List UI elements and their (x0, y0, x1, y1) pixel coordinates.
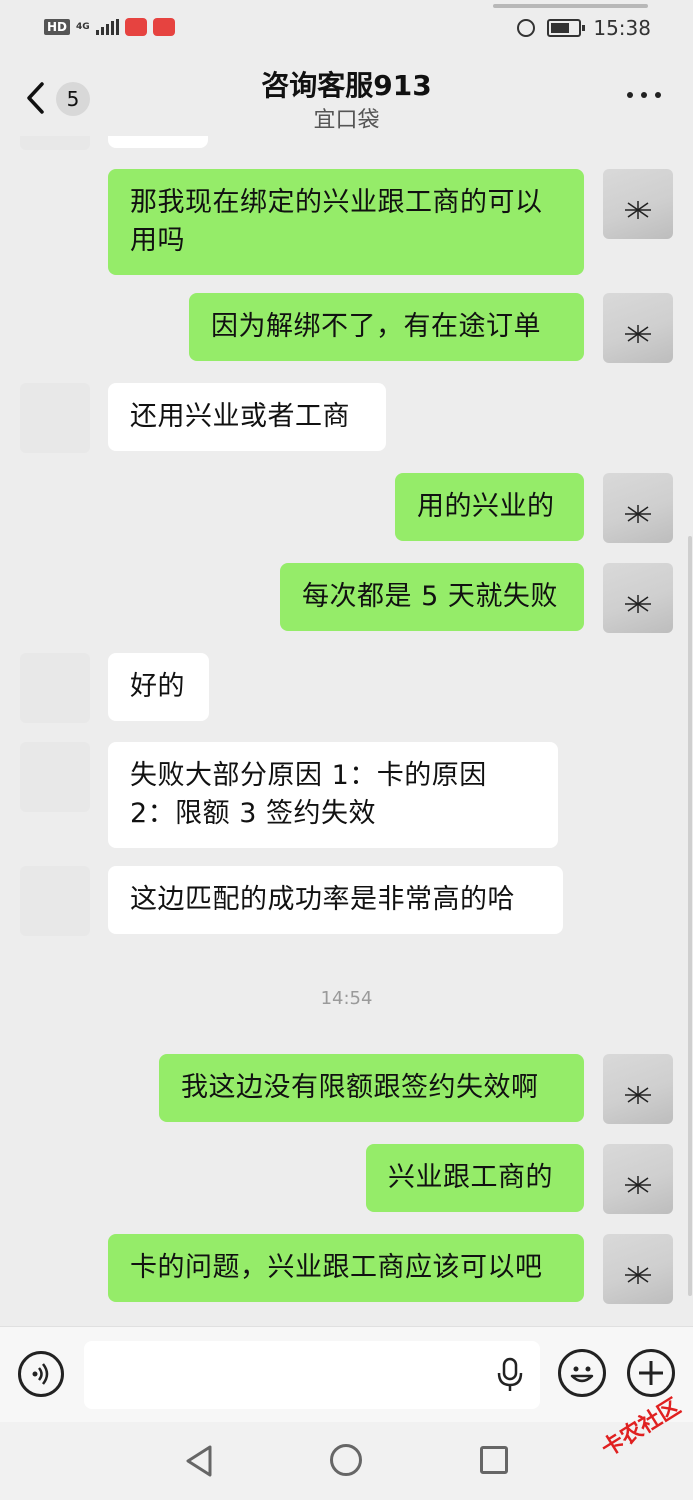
chat-subtitle: 宜口袋 (313, 108, 380, 133)
message-bubble-outgoing[interactable]: 因为解绑不了，有在途订单 (189, 293, 584, 361)
contact-avatar[interactable] (20, 653, 90, 723)
mic-icon[interactable] (496, 1357, 524, 1393)
message-bubble-outgoing[interactable]: 卡的问题，兴业跟工商应该可以吧 (108, 1234, 584, 1302)
lamp-icon (625, 505, 651, 523)
message-timestamp: 14:54 (320, 988, 373, 1009)
chat-title: 咨询客服913 (261, 69, 432, 102)
lamp-icon (625, 201, 651, 219)
message-bubble-incoming[interactable]: 失败大部分原因 1：卡的原因 2：限额 3 签约失效 (108, 742, 558, 848)
emoji-icon (570, 1366, 594, 1383)
network-label: 4G (76, 21, 90, 32)
status-time: 15:38 (593, 16, 651, 40)
message-bubble-partial (108, 136, 208, 148)
message-bubble-outgoing[interactable]: 兴业跟工商的 (366, 1144, 584, 1212)
contact-avatar[interactable] (20, 866, 90, 936)
nav-home-icon[interactable] (330, 1444, 362, 1476)
more-dots-icon (627, 92, 633, 98)
hd-icon: HD (44, 19, 71, 35)
contact-avatar[interactable] (20, 383, 90, 453)
message-bubble-outgoing[interactable]: 那我现在绑定的兴业跟工商的可以用吗 (108, 169, 584, 275)
message-list[interactable]: 那我现在绑定的兴业跟工商的可以用吗 因为解绑不了，有在途订单 还用兴业或者工商 … (0, 136, 693, 1326)
nav-back-icon[interactable] (184, 1444, 214, 1478)
my-avatar[interactable] (603, 169, 673, 239)
lamp-icon (625, 595, 651, 613)
message-bubble-incoming[interactable]: 这边匹配的成功率是非常高的哈 (108, 866, 563, 934)
top-indicator (493, 4, 648, 8)
alarm-icon (517, 19, 536, 37)
nav-recent-icon[interactable] (480, 1446, 508, 1474)
plus-icon (639, 1361, 663, 1385)
my-avatar[interactable] (603, 293, 673, 363)
message-bubble-outgoing[interactable]: 我这边没有限额跟签约失效啊 (159, 1054, 584, 1122)
status-bar: HD 4G 15:38 (0, 0, 693, 56)
voice-icon (32, 1363, 49, 1385)
more-button[interactable] (627, 92, 661, 102)
message-bubble-incoming[interactable]: 好的 (108, 653, 209, 721)
hms-notification-icon (152, 18, 175, 36)
app-notification-icon (124, 18, 147, 36)
message-bubble-incoming[interactable]: 还用兴业或者工商 (108, 383, 386, 451)
battery-icon (547, 19, 586, 37)
lamp-icon (625, 325, 651, 343)
message-input[interactable] (84, 1341, 540, 1409)
contact-avatar[interactable] (20, 742, 90, 812)
message-bubble-outgoing[interactable]: 用的兴业的 (395, 473, 584, 541)
signal-icon (95, 19, 119, 35)
input-bar (0, 1326, 693, 1423)
system-nav-bar (0, 1422, 693, 1500)
lamp-icon (625, 1176, 651, 1194)
chat-header: 5 咨询客服913 宜口袋 (0, 56, 693, 136)
voice-button[interactable] (18, 1351, 64, 1397)
message-bubble-outgoing[interactable]: 每次都是 5 天就失败 (280, 563, 584, 631)
emoji-button[interactable] (558, 1349, 606, 1397)
my-avatar[interactable] (603, 1144, 673, 1214)
lamp-icon (625, 1086, 651, 1104)
lamp-icon (625, 1266, 651, 1284)
scrollbar[interactable] (688, 536, 692, 1296)
contact-avatar[interactable] (20, 136, 90, 150)
my-avatar[interactable] (603, 1054, 673, 1124)
my-avatar[interactable] (603, 563, 673, 633)
my-avatar[interactable] (603, 473, 673, 543)
my-avatar[interactable] (603, 1234, 673, 1304)
